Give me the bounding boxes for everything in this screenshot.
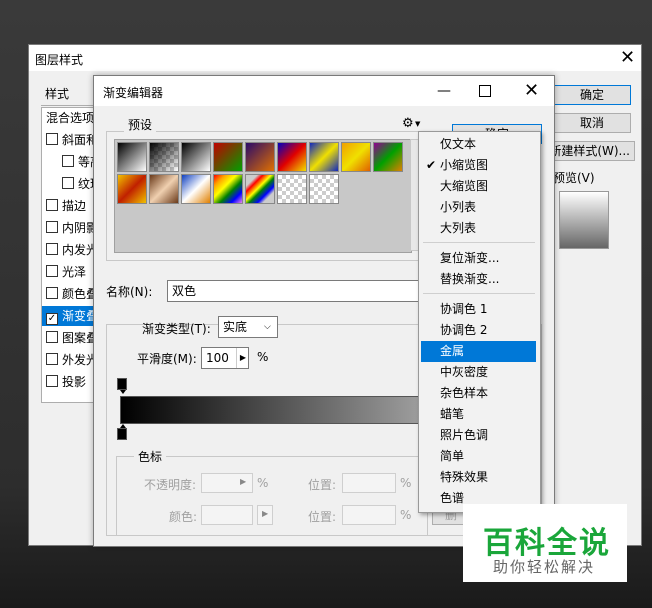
- smoothness-percent: %: [257, 350, 269, 364]
- preset-fg-transparent[interactable]: [149, 142, 179, 172]
- checkbox[interactable]: [46, 133, 58, 145]
- checkbox[interactable]: [46, 287, 58, 299]
- preset-options-menu: 仅文本 ✔ 小缩览图 大缩览图 小列表 大列表 复位渐变... 替换渐变... 协…: [418, 131, 541, 513]
- styles-header: 样式: [45, 87, 70, 101]
- menu-item-metals[interactable]: 金属: [421, 341, 536, 362]
- preset-yellow-violet[interactable]: [117, 174, 147, 204]
- minimize-icon[interactable]: —: [437, 83, 451, 99]
- checkbox[interactable]: [46, 221, 58, 233]
- caret-right-icon[interactable]: ▶: [236, 348, 249, 368]
- preset-red-green[interactable]: [213, 142, 243, 172]
- opacity-stop-left[interactable]: [117, 378, 127, 390]
- menu-item-pastels[interactable]: 蜡笔: [421, 404, 536, 425]
- preset-transparent-rainbow[interactable]: [245, 174, 275, 204]
- preset-copper[interactable]: [149, 174, 179, 204]
- menu-separator: [423, 242, 535, 243]
- opacity-label: 不透明度:: [144, 478, 197, 492]
- close-icon[interactable]: ✕: [620, 49, 635, 67]
- gradient-type-label: 渐变类型(T):: [142, 322, 211, 336]
- preset-blue-yellow-blue[interactable]: [309, 142, 339, 172]
- preset-spectrum[interactable]: [213, 174, 243, 204]
- opacity-location-label: 位置:: [308, 478, 337, 492]
- checkbox-checked[interactable]: ✓: [46, 313, 58, 325]
- gradient-bar[interactable]: [120, 396, 426, 424]
- menu-item-color-harmonies-2[interactable]: 协调色 2: [421, 320, 536, 341]
- preset-blue-red-yellow[interactable]: [277, 142, 307, 172]
- location-percent: %: [400, 508, 412, 522]
- gear-icon[interactable]: ⚙: [402, 116, 414, 131]
- menu-item-simple[interactable]: 简单: [421, 446, 536, 467]
- layer-style-titlebar: 图层样式 ✕: [29, 45, 641, 71]
- layer-style-cancel-button[interactable]: 取消: [553, 113, 631, 133]
- gradient-editor-title: 渐变编辑器: [103, 86, 164, 100]
- smoothness-label: 平滑度(M):: [137, 352, 197, 366]
- checkbox[interactable]: [46, 243, 58, 255]
- preset-transparent[interactable]: [309, 174, 339, 204]
- opacity-input: ▶: [201, 473, 253, 493]
- checkbox[interactable]: [46, 375, 58, 387]
- menu-item-small-thumbnail[interactable]: ✔ 小缩览图: [421, 155, 536, 176]
- watermark-subtitle: 助你轻松解决: [493, 558, 596, 576]
- preset-orange-yellow[interactable]: [341, 142, 371, 172]
- stop-pointer: [120, 390, 126, 394]
- preset-black-white[interactable]: [181, 142, 211, 172]
- preview-checkbox-label[interactable]: 预览(V): [553, 169, 595, 186]
- checkbox[interactable]: [46, 265, 58, 277]
- location-percent: %: [400, 476, 412, 490]
- chevron-down-icon: ⌵: [264, 322, 271, 332]
- preset-violet-orange[interactable]: [245, 142, 275, 172]
- color-stops-label: 色标: [134, 448, 167, 465]
- menu-item-text-only[interactable]: 仅文本: [421, 134, 536, 155]
- preset-violet-green-orange[interactable]: [373, 142, 403, 172]
- checkbox[interactable]: [46, 331, 58, 343]
- smoothness-input[interactable]: 100 ▶: [201, 347, 249, 369]
- menu-item-color-harmonies-1[interactable]: 协调色 1: [421, 299, 536, 320]
- menu-item-large-list[interactable]: 大列表: [421, 218, 536, 239]
- chevron-down-icon[interactable]: ▼: [415, 120, 420, 128]
- layer-style-title: 图层样式: [35, 53, 84, 67]
- checkbox[interactable]: [46, 199, 58, 211]
- color-location-input: [342, 505, 396, 525]
- checkbox[interactable]: [62, 177, 74, 189]
- maximize-icon[interactable]: [479, 85, 491, 97]
- checkbox[interactable]: [46, 353, 58, 365]
- gradient-type-select[interactable]: 实底 ⌵: [218, 316, 278, 338]
- opacity-percent: %: [257, 476, 269, 490]
- close-icon[interactable]: ✕: [524, 82, 539, 100]
- menu-item-special-effects[interactable]: 特殊效果: [421, 467, 536, 488]
- color-arrow-button: ▶: [257, 505, 273, 525]
- menu-item-replace-gradients[interactable]: 替换渐变...: [421, 269, 536, 290]
- preset-fg-bg[interactable]: [117, 142, 147, 172]
- checkbox[interactable]: [62, 155, 74, 167]
- color-label: 颜色:: [169, 510, 198, 524]
- preset-swatches: [114, 139, 412, 253]
- menu-item-photographic-toning[interactable]: 照片色调: [421, 425, 536, 446]
- menu-separator: [423, 293, 535, 294]
- menu-item-small-list[interactable]: 小列表: [421, 197, 536, 218]
- menu-item-noise-samples[interactable]: 杂色样本: [421, 383, 536, 404]
- menu-item-large-thumbnail[interactable]: 大缩览图: [421, 176, 536, 197]
- layer-style-ok-button[interactable]: 确定: [553, 85, 631, 105]
- color-location-label: 位置:: [308, 510, 337, 524]
- preset-transparent-stripes[interactable]: [277, 174, 307, 204]
- watermark: 百科全说 助你轻松解决: [463, 504, 627, 582]
- color-swatch: [201, 505, 253, 525]
- presets-label: 预设: [124, 116, 157, 133]
- gradient-editor-titlebar: 渐变编辑器 — ✕: [94, 76, 554, 106]
- menu-item-reset-gradients[interactable]: 复位渐变...: [421, 248, 536, 269]
- preset-chrome[interactable]: [181, 174, 211, 204]
- menu-item-neutral-density[interactable]: 中灰密度: [421, 362, 536, 383]
- name-label: 名称(N):: [106, 285, 153, 299]
- checkmark-icon: ✔: [426, 158, 437, 172]
- opacity-location-input: [342, 473, 396, 493]
- name-input[interactable]: 双色: [167, 280, 427, 302]
- style-preview-thumbnail: [559, 191, 609, 249]
- caret-right-icon: ▶: [262, 509, 269, 518]
- color-stop-left[interactable]: [117, 428, 127, 440]
- caret-right-icon: ▶: [240, 477, 247, 486]
